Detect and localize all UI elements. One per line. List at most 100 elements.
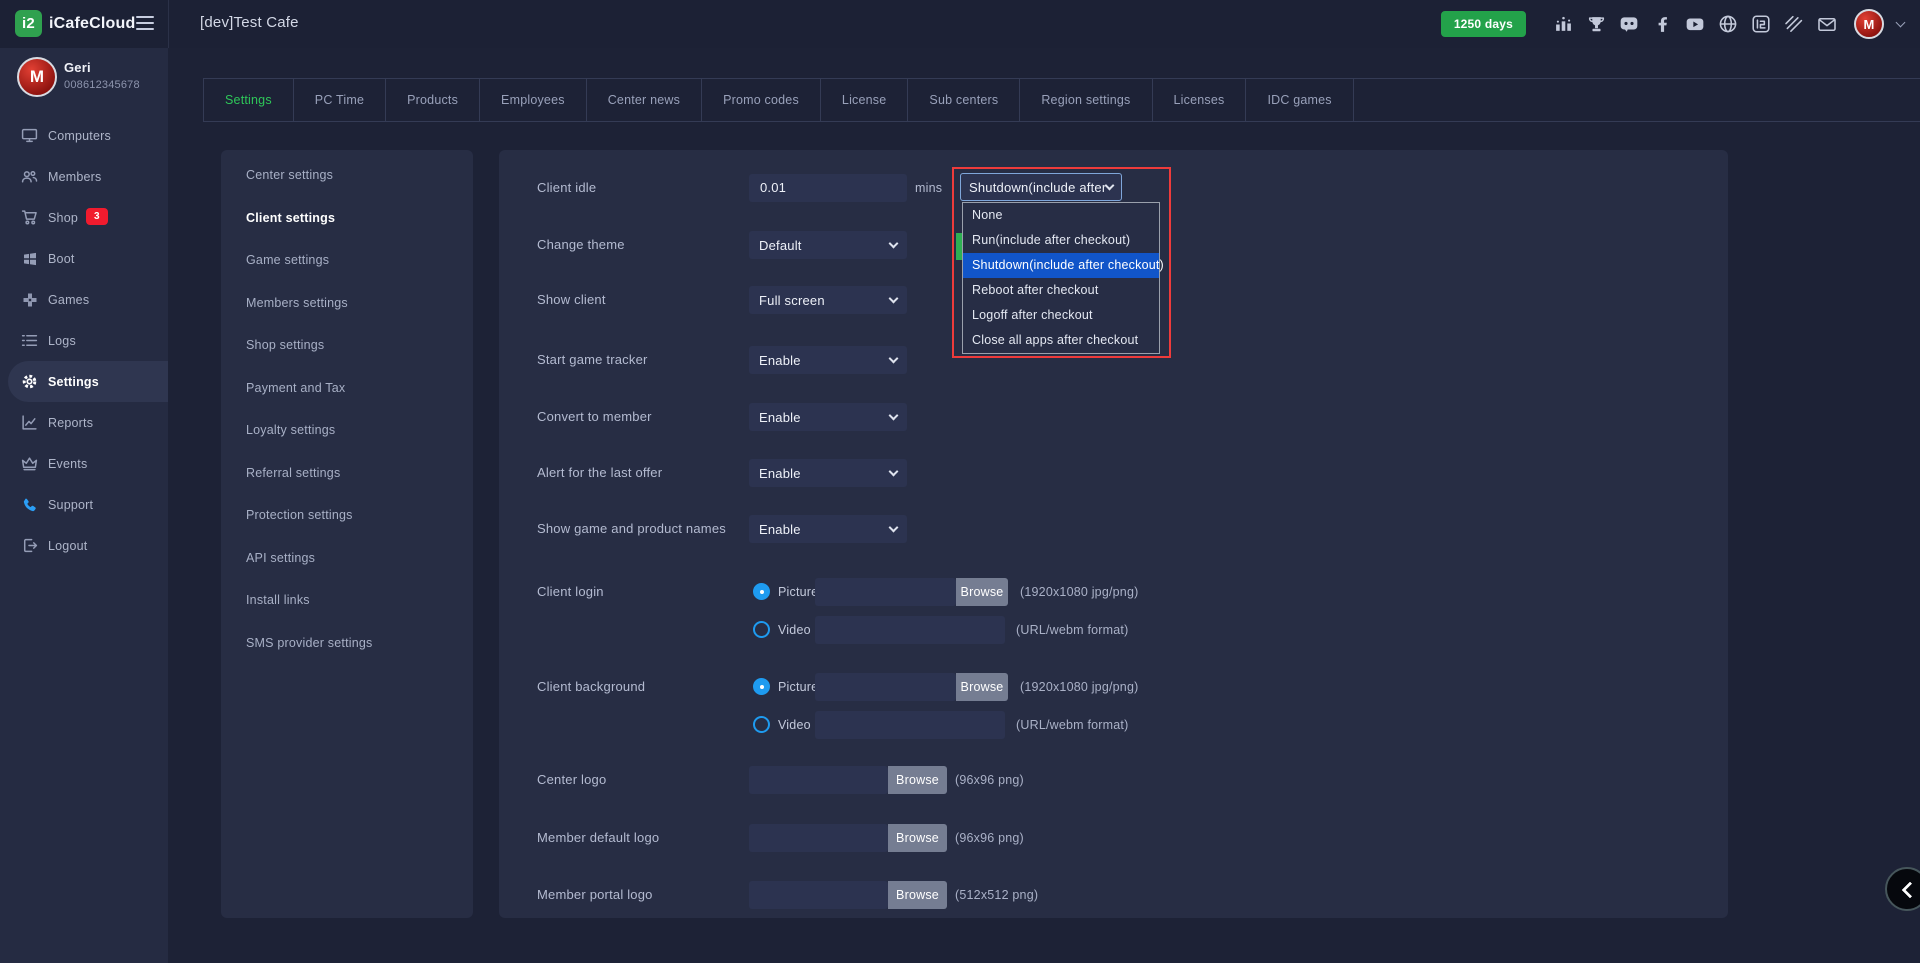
- tab-promo-codes[interactable]: Promo codes: [702, 79, 821, 121]
- tab-idc-games[interactable]: IDC games: [1246, 79, 1353, 121]
- icafecloud-mark-icon[interactable]: [1751, 14, 1771, 34]
- client-login-video-input[interactable]: [815, 616, 1005, 644]
- chevron-down-icon: [889, 466, 899, 476]
- settings-nav-protection-settings[interactable]: Protection settings: [221, 494, 473, 537]
- tab-region-settings[interactable]: Region settings: [1020, 79, 1152, 121]
- field-label: Show client: [537, 286, 606, 314]
- center-logo-input[interactable]: [749, 766, 888, 794]
- member-default-logo-input[interactable]: [749, 824, 888, 852]
- settings-nav-api-settings[interactable]: API settings: [221, 537, 473, 580]
- field-hint: (1920x1080 jpg/png): [1020, 673, 1138, 701]
- option-run-include-after-checkout[interactable]: Run(include after checkout): [963, 228, 1159, 253]
- settings-nav-shop-settings[interactable]: Shop settings: [221, 324, 473, 367]
- user-avatar[interactable]: M: [1854, 9, 1884, 39]
- settings-nav-loyalty-settings[interactable]: Loyalty settings: [221, 409, 473, 452]
- option-none[interactable]: None: [963, 203, 1159, 228]
- radio-label[interactable]: Video: [778, 616, 811, 644]
- client-background-picture-input[interactable]: [815, 673, 956, 701]
- change-theme-select[interactable]: Default: [749, 231, 907, 259]
- field-label: Member default logo: [537, 824, 659, 852]
- client-background-picture-radio[interactable]: [753, 678, 770, 695]
- tab-products[interactable]: Products: [386, 79, 480, 121]
- member-portal-logo-browse-button[interactable]: Browse: [888, 881, 947, 909]
- client-idle-action-select[interactable]: Shutdown(include after: [960, 173, 1122, 201]
- settings-nav-install-links[interactable]: Install links: [221, 579, 473, 622]
- sidebar-item-label: Reports: [48, 416, 93, 430]
- sidebar-item-label: Support: [48, 498, 93, 512]
- alert-last-offer-select[interactable]: Enable: [749, 459, 907, 487]
- show-client-select[interactable]: Full screen: [749, 286, 907, 314]
- settings-nav-center-settings[interactable]: Center settings: [221, 154, 473, 197]
- sidebar-item-reports[interactable]: Reports: [0, 402, 168, 443]
- client-login-picture-browse-button[interactable]: Browse: [956, 578, 1008, 606]
- tab-center-news[interactable]: Center news: [587, 79, 702, 121]
- sidebar-item-boot[interactable]: Boot: [0, 238, 168, 279]
- sidebar-user-card[interactable]: M Geri 008612345678: [0, 48, 168, 108]
- ranking-icon[interactable]: [1553, 14, 1573, 34]
- tab-license[interactable]: License: [821, 79, 909, 121]
- radio-label[interactable]: Picture: [778, 673, 818, 701]
- show-game-product-names-select[interactable]: Enable: [749, 515, 907, 543]
- youtube-icon[interactable]: [1685, 14, 1705, 34]
- tab-employees[interactable]: Employees: [480, 79, 587, 121]
- tab-settings[interactable]: Settings: [204, 79, 294, 121]
- facebook-icon[interactable]: [1652, 14, 1672, 34]
- sidebar-item-logout[interactable]: Logout: [0, 525, 168, 566]
- member-portal-logo-input[interactable]: [749, 881, 888, 909]
- option-logoff-after-checkout[interactable]: Logoff after checkout: [963, 303, 1159, 328]
- tab-licenses[interactable]: Licenses: [1153, 79, 1247, 121]
- tab-pc-time[interactable]: PC Time: [294, 79, 386, 121]
- sidebar-item-shop[interactable]: Shop 3: [0, 197, 168, 238]
- menu-toggle-icon[interactable]: [136, 16, 154, 30]
- center-logo-browse-button[interactable]: Browse: [888, 766, 947, 794]
- client-background-video-input[interactable]: [815, 711, 1005, 739]
- settings-nav-client-settings[interactable]: Client settings: [221, 197, 473, 240]
- sidebar-item-support[interactable]: Support: [0, 484, 168, 525]
- trophy-icon[interactable]: [1586, 14, 1606, 34]
- start-game-tracker-select[interactable]: Enable: [749, 346, 907, 374]
- client-login-picture-input[interactable]: [815, 578, 956, 606]
- option-shutdown-include-after-checkout[interactable]: Shutdown(include after checkout): [963, 253, 1159, 278]
- client-idle-input[interactable]: 0.01: [749, 174, 907, 202]
- convert-to-member-select[interactable]: Enable: [749, 403, 907, 431]
- settings-nav-sms-provider-settings[interactable]: SMS provider settings: [221, 622, 473, 665]
- sidebar-item-computers[interactable]: Computers: [0, 115, 168, 156]
- members-icon: [21, 168, 38, 185]
- sidebar-menu: Computers Members Shop 3 Boot Games L: [0, 115, 168, 566]
- chevron-down-icon: [889, 522, 899, 532]
- logs-icon: [21, 332, 38, 349]
- sidebar-item-members[interactable]: Members: [0, 156, 168, 197]
- client-background-video-radio[interactable]: [753, 716, 770, 733]
- option-reboot-after-checkout[interactable]: Reboot after checkout: [963, 278, 1159, 303]
- license-days-badge[interactable]: 1250 days: [1441, 11, 1526, 37]
- radio-label[interactable]: Picture: [778, 578, 818, 606]
- tab-sub-centers[interactable]: Sub centers: [908, 79, 1020, 121]
- member-default-logo-browse-button[interactable]: Browse: [888, 824, 947, 852]
- client-login-picture-radio[interactable]: [753, 583, 770, 600]
- mail-icon[interactable]: [1817, 14, 1837, 34]
- sidebar-item-logs[interactable]: Logs: [0, 320, 168, 361]
- layers-icon[interactable]: [1784, 14, 1804, 34]
- settings-nav-referral-settings[interactable]: Referral settings: [221, 452, 473, 495]
- sidebar-item-events[interactable]: Events: [0, 443, 168, 484]
- field-label: Change theme: [537, 231, 625, 259]
- shop-count-badge: 3: [86, 208, 108, 225]
- form-row-alert-last-offer: Alert for the last offer Enable: [499, 459, 1728, 487]
- chart-icon: [21, 414, 38, 431]
- chat-widget-button[interactable]: [1885, 867, 1920, 911]
- client-login-video-radio[interactable]: [753, 621, 770, 638]
- settings-nav-payment-and-tax[interactable]: Payment and Tax: [221, 367, 473, 410]
- globe-icon[interactable]: [1718, 14, 1738, 34]
- settings-nav-game-settings[interactable]: Game settings: [221, 239, 473, 282]
- sidebar-item-games[interactable]: Games: [0, 279, 168, 320]
- option-close-all-apps-after-checkout[interactable]: Close all apps after checkout: [963, 328, 1159, 353]
- select-value: Shutdown(include after: [969, 180, 1106, 195]
- client-background-picture-browse-button[interactable]: Browse: [956, 673, 1008, 701]
- account-menu-chevron-icon[interactable]: [1896, 17, 1906, 27]
- select-value: Full screen: [759, 293, 825, 308]
- settings-nav-members-settings[interactable]: Members settings: [221, 282, 473, 325]
- discord-icon[interactable]: [1619, 14, 1639, 34]
- sidebar-item-settings[interactable]: Settings: [8, 361, 168, 402]
- brand-logo[interactable]: i2 iCafeCloud: [15, 10, 135, 37]
- radio-label[interactable]: Video: [778, 711, 811, 739]
